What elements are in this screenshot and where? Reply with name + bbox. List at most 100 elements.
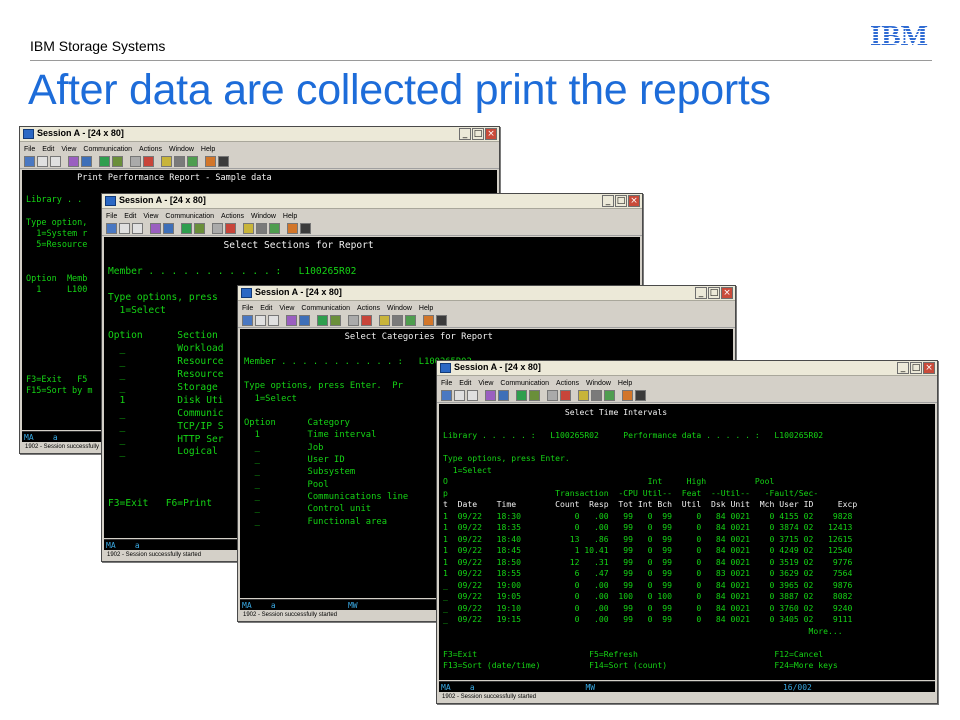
menu-item-window[interactable]: Window xyxy=(169,146,194,153)
close-icon[interactable]: × xyxy=(485,128,497,140)
toolbar-button-icon[interactable] xyxy=(560,390,571,401)
toolbar-button-icon[interactable] xyxy=(348,315,359,326)
menu-item-view[interactable]: View xyxy=(478,380,493,387)
toolbar-button-icon[interactable] xyxy=(498,390,509,401)
menu-item-help[interactable]: Help xyxy=(201,146,215,153)
toolbar-button-icon[interactable] xyxy=(286,315,297,326)
toolbar-button-icon[interactable] xyxy=(379,315,390,326)
toolbar-button-icon[interactable] xyxy=(287,223,298,234)
toolbar-button-icon[interactable] xyxy=(181,223,192,234)
toolbar-button-icon[interactable] xyxy=(578,390,589,401)
menu-item-actions[interactable]: Actions xyxy=(221,213,244,220)
toolbar-button-icon[interactable] xyxy=(361,315,372,326)
toolbar-button-icon[interactable] xyxy=(163,223,174,234)
menu-item-file[interactable]: File xyxy=(441,380,452,387)
toolbar-button-icon[interactable] xyxy=(24,156,35,167)
maximize-icon[interactable]: □ xyxy=(708,287,720,299)
toolbar-button-icon[interactable] xyxy=(143,156,154,167)
menu-item-view[interactable]: View xyxy=(143,213,158,220)
toolbar-button-icon[interactable] xyxy=(37,156,48,167)
toolbar-button-icon[interactable] xyxy=(68,156,79,167)
toolbar-button-icon[interactable] xyxy=(161,156,172,167)
toolbar-button-icon[interactable] xyxy=(330,315,341,326)
toolbar-button-icon[interactable] xyxy=(516,390,527,401)
menu-item-help[interactable]: Help xyxy=(618,380,632,387)
toolbar-button-icon[interactable] xyxy=(187,156,198,167)
toolbar-button-icon[interactable] xyxy=(317,315,328,326)
menu-item-file[interactable]: File xyxy=(106,213,117,220)
toolbar-button-icon[interactable] xyxy=(256,223,267,234)
toolbar-button-icon[interactable] xyxy=(194,223,205,234)
maximize-icon[interactable]: □ xyxy=(472,128,484,140)
toolbar-button-icon[interactable] xyxy=(242,315,253,326)
window-title-bar[interactable]: Session A - [24 x 80] _ □ × xyxy=(437,361,937,376)
toolbar-button-icon[interactable] xyxy=(268,315,279,326)
toolbar-button-icon[interactable] xyxy=(269,223,280,234)
close-icon[interactable]: × xyxy=(721,287,733,299)
window-title-bar[interactable]: Session A - [24 x 80] _ □ × xyxy=(20,127,499,142)
menu-item-file[interactable]: File xyxy=(24,146,35,153)
menu-item-actions[interactable]: Actions xyxy=(139,146,162,153)
menu-item-actions[interactable]: Actions xyxy=(357,305,380,312)
menu-item-file[interactable]: File xyxy=(242,305,253,312)
menu-item-communication[interactable]: Communication xyxy=(83,146,132,153)
menu-item-window[interactable]: Window xyxy=(251,213,276,220)
toolbar-button-icon[interactable] xyxy=(604,390,615,401)
toolbar-button-icon[interactable] xyxy=(441,390,452,401)
toolbar-button-icon[interactable] xyxy=(106,223,117,234)
maximize-icon[interactable]: □ xyxy=(910,362,922,374)
maximize-icon[interactable]: □ xyxy=(615,195,627,207)
toolbar-button-icon[interactable] xyxy=(436,315,447,326)
window-title-bar[interactable]: Session A - [24 x 80] _ □ × xyxy=(102,194,642,209)
toolbar-button-icon[interactable] xyxy=(225,223,236,234)
toolbar-button-icon[interactable] xyxy=(132,223,143,234)
menu-item-help[interactable]: Help xyxy=(419,305,433,312)
toolbar-button-icon[interactable] xyxy=(174,156,185,167)
toolbar-button-icon[interactable] xyxy=(467,390,478,401)
toolbar-button-icon[interactable] xyxy=(243,223,254,234)
toolbar-button-icon[interactable] xyxy=(485,390,496,401)
menu-item-edit[interactable]: Edit xyxy=(124,213,136,220)
menu-item-view[interactable]: View xyxy=(61,146,76,153)
menu-item-communication[interactable]: Communication xyxy=(165,213,214,220)
toolbar-button-icon[interactable] xyxy=(392,315,403,326)
menu-item-edit[interactable]: Edit xyxy=(42,146,54,153)
close-icon[interactable]: × xyxy=(628,195,640,207)
menu-item-help[interactable]: Help xyxy=(283,213,297,220)
toolbar-button-icon[interactable] xyxy=(218,156,229,167)
minimize-icon[interactable]: _ xyxy=(602,195,614,207)
menu-item-window[interactable]: Window xyxy=(387,305,412,312)
menu-item-communication[interactable]: Communication xyxy=(301,305,350,312)
toolbar-button-icon[interactable] xyxy=(622,390,633,401)
toolbar-button-icon[interactable] xyxy=(81,156,92,167)
toolbar-button-icon[interactable] xyxy=(205,156,216,167)
toolbar-button-icon[interactable] xyxy=(591,390,602,401)
minimize-icon[interactable]: _ xyxy=(897,362,909,374)
toolbar-button-icon[interactable] xyxy=(547,390,558,401)
terminal-screen[interactable]: Select Time Intervals Library . . . . . :… xyxy=(439,404,935,680)
menu-item-window[interactable]: Window xyxy=(586,380,611,387)
toolbar-button-icon[interactable] xyxy=(212,223,223,234)
window-title-bar[interactable]: Session A - [24 x 80] _ □ × xyxy=(238,286,735,301)
menu-item-edit[interactable]: Edit xyxy=(260,305,272,312)
menu-item-view[interactable]: View xyxy=(279,305,294,312)
toolbar-button-icon[interactable] xyxy=(255,315,266,326)
menu-item-communication[interactable]: Communication xyxy=(500,380,549,387)
toolbar-button-icon[interactable] xyxy=(50,156,61,167)
toolbar-button-icon[interactable] xyxy=(635,390,646,401)
toolbar-button-icon[interactable] xyxy=(130,156,141,167)
toolbar-button-icon[interactable] xyxy=(300,223,311,234)
toolbar-button-icon[interactable] xyxy=(112,156,123,167)
menu-item-edit[interactable]: Edit xyxy=(459,380,471,387)
toolbar-button-icon[interactable] xyxy=(150,223,161,234)
toolbar-button-icon[interactable] xyxy=(405,315,416,326)
session-window[interactable]: Session A - [24 x 80] _ □ × File Edit View Comm… xyxy=(436,360,938,704)
toolbar-button-icon[interactable] xyxy=(423,315,434,326)
close-icon[interactable]: × xyxy=(923,362,935,374)
toolbar-button-icon[interactable] xyxy=(454,390,465,401)
toolbar-button-icon[interactable] xyxy=(299,315,310,326)
menu-item-actions[interactable]: Actions xyxy=(556,380,579,387)
toolbar-button-icon[interactable] xyxy=(119,223,130,234)
toolbar-button-icon[interactable] xyxy=(99,156,110,167)
minimize-icon[interactable]: _ xyxy=(459,128,471,140)
